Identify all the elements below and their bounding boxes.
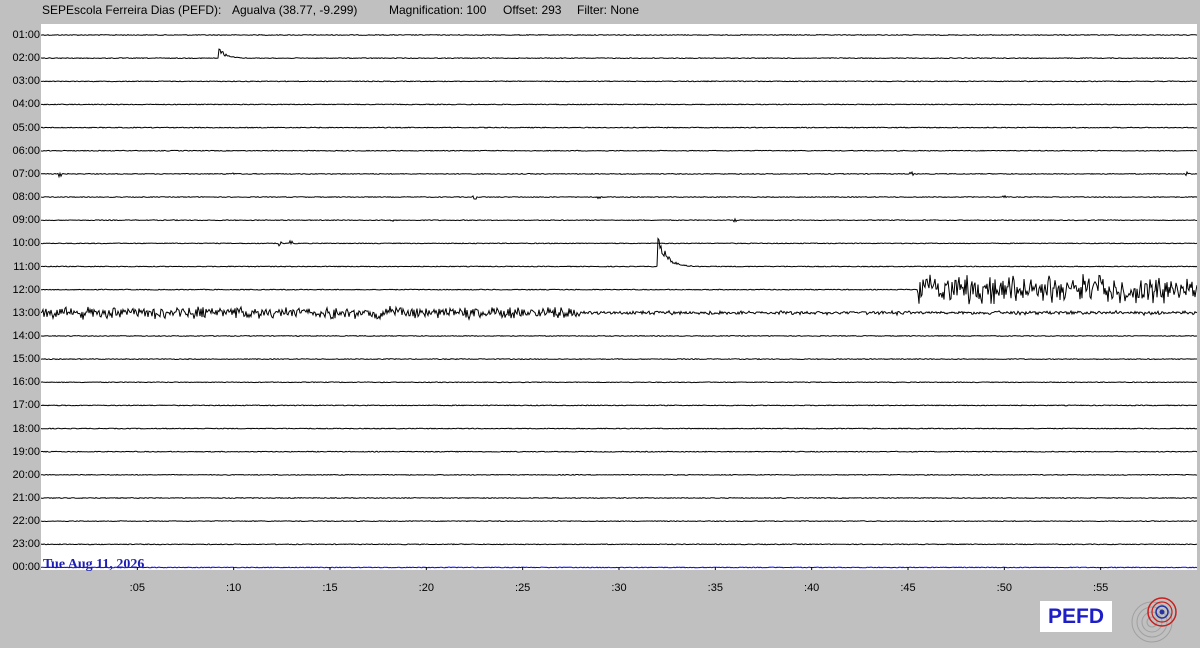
hour-label: 02:00 [12,52,40,65]
trace-row-0400 [41,103,1197,106]
station-location: Agualva (38.77, -9.299) [232,3,358,17]
minute-tick-label: :50 [996,582,1012,594]
hour-label: 21:00 [12,492,40,504]
hour-label: 01:00 [12,29,40,41]
hour-label: 15:00 [12,353,40,366]
trace-row-1200 [41,274,1197,305]
trace-row-1300 [41,305,1197,321]
minute-tick-label: :30 [611,582,627,594]
hour-label: 07:00 [12,167,40,180]
trace-row-1500 [41,358,1197,361]
hour-label: 05:00 [12,121,40,134]
trace-row-0700 [41,170,1197,179]
trace-row-2000 [41,473,1197,476]
station-badge: PEFD [1040,601,1112,632]
helicorder-plot [41,24,1197,570]
hour-label: 08:00 [12,191,40,204]
minute-tick-label: :35 [707,582,723,594]
filter-readout: Filter: None [577,3,640,17]
hour-label: 16:00 [12,376,40,389]
minute-tick-label: :45 [900,582,916,594]
minute-tick-label: :25 [515,582,531,594]
hour-label: 04:00 [12,98,40,111]
hour-label: 19:00 [12,445,40,458]
trace-row-2300 [41,543,1197,546]
hour-label: 22:00 [12,515,40,528]
minute-tick-label: :15 [322,582,338,594]
trace-row-0600 [41,149,1197,152]
header-bar: SEPEscola Ferreira Dias (PEFD): Agualva … [0,0,1200,22]
hour-label: 13:00 [12,306,40,319]
trace-row-1400 [41,334,1197,337]
minute-tick-label: :20 [418,582,434,594]
trace-row-0800 [41,194,1197,200]
institution-logo-icon [1131,597,1177,643]
date-label: Tue Aug 11, 2026 [43,557,145,572]
station-name: SEPEscola Ferreira Dias (PEFD): [42,3,222,17]
trace-row-1000 [41,239,1197,247]
trace-row-0300 [41,80,1197,83]
hour-label: 06:00 [12,144,40,157]
trace-row-1700 [41,404,1197,407]
trace-row-1800 [41,427,1197,430]
trace-row-1900 [41,450,1197,453]
hour-label: 14:00 [12,329,40,342]
trace-row-0500 [41,126,1197,129]
trace-row-1600 [41,381,1197,384]
trace-row-0900 [41,217,1197,223]
hour-label: 00:00 [12,561,40,574]
hour-label: 12:00 [12,283,40,296]
minute-tick-label: :10 [226,582,242,594]
trace-row-2200 [41,520,1197,523]
hour-label: 10:00 [12,237,40,250]
hour-label: 03:00 [12,75,40,88]
hour-label: 23:00 [12,538,40,551]
minute-tick-label: :55 [1093,582,1109,594]
minute-tick-label: :40 [804,582,820,594]
trace-row-0100 [41,33,1197,37]
hour-label: 20:00 [12,468,40,481]
offset-readout: Offset: 293 [503,3,562,17]
trace-row-2100 [41,496,1197,500]
trace-row-0200 [41,48,1197,60]
hour-label: 11:00 [13,260,40,273]
hour-label: 18:00 [12,422,40,435]
hour-label: 17:00 [12,399,40,412]
hour-label: 09:00 [12,214,40,227]
minute-tick-label: :05 [129,582,145,594]
magnification-readout: Magnification: 100 [389,3,487,17]
helicorder-svg [41,33,1197,570]
